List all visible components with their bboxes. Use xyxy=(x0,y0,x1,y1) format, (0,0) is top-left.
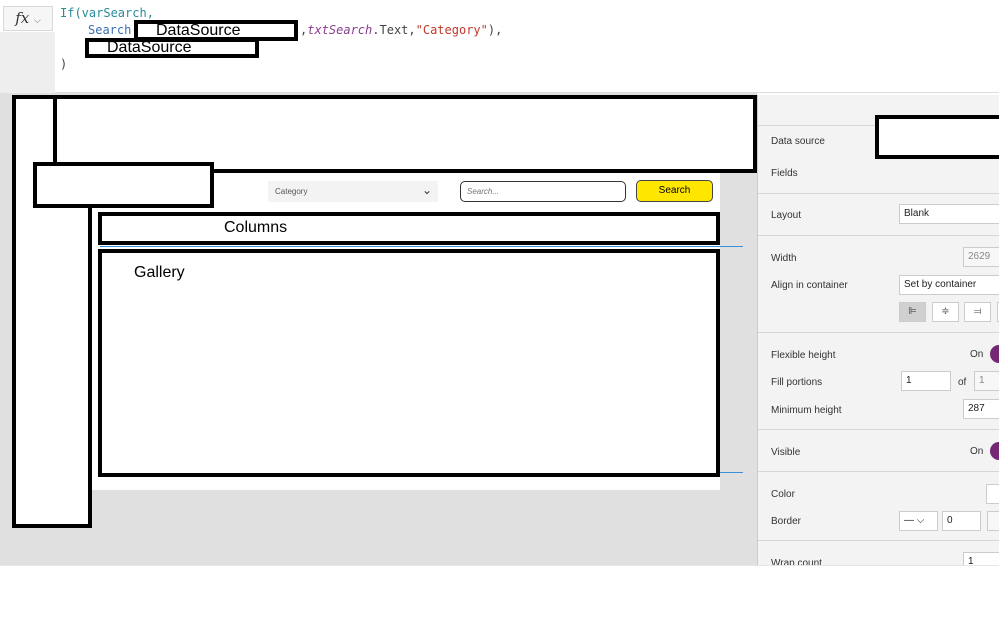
fx-button[interactable]: fx ⌵ xyxy=(3,6,53,31)
align-dropdown[interactable]: Set by container xyxy=(899,275,999,295)
search-button[interactable]: Search xyxy=(636,180,713,202)
fields-label[interactable]: Fields xyxy=(771,168,798,179)
columns-label: Columns xyxy=(224,219,288,236)
txtsearch-ref: txtSearch xyxy=(307,23,373,37)
layout-dropdown[interactable]: Blank xyxy=(899,204,999,224)
align-right-icon[interactable]: ⫤ xyxy=(964,302,991,322)
redaction-box xyxy=(33,162,214,208)
category-string: "Category" xyxy=(415,23,488,37)
fill-portions-label: Fill portions xyxy=(771,377,823,388)
formula-bar: fx ⌵ If(varSearch, Search( ,txtSearch.Te… xyxy=(0,0,999,93)
color-label: Color xyxy=(771,489,795,500)
bottom-area xyxy=(0,565,999,618)
align-center-icon[interactable]: ≑ xyxy=(932,302,959,322)
category-dropdown[interactable]: Category ⌄ xyxy=(268,181,438,202)
fill-portions-input[interactable]: 1 xyxy=(901,371,951,391)
border-label: Border xyxy=(771,516,802,527)
border-style-dropdown[interactable]: — ⌵ xyxy=(899,511,938,531)
text-prop: .Text, xyxy=(372,23,416,37)
selection-guide xyxy=(100,246,743,247)
redaction-box xyxy=(875,115,999,159)
fx-icon: fx xyxy=(15,9,30,27)
flexible-height-label: Flexible height xyxy=(771,350,836,361)
align-label: Align in container xyxy=(771,280,848,291)
border-style-value: — xyxy=(904,515,914,526)
gallery-label: Gallery xyxy=(134,264,185,281)
category-dropdown-value: Category xyxy=(275,187,308,196)
minimum-height-input[interactable]: 287 xyxy=(963,399,999,419)
minimum-height-label: Minimum height xyxy=(771,405,842,416)
gallery-box[interactable]: Gallery xyxy=(98,249,720,477)
fill-of-label: of xyxy=(958,377,967,388)
color-swatch[interactable] xyxy=(986,484,999,504)
align-left-icon[interactable]: ⊫ xyxy=(899,302,926,322)
data-source-label: Data source xyxy=(771,136,825,147)
search-function: Search( xyxy=(88,23,139,37)
width-input[interactable]: 2629 xyxy=(963,247,999,267)
formula-line-2[interactable]: Search( xyxy=(88,22,139,39)
chevron-down-icon: ⌵ xyxy=(33,16,41,26)
chevron-down-icon: ⌵ xyxy=(916,515,925,526)
formula-line-2-args[interactable]: ,txtSearch.Text,"Category"), xyxy=(300,22,502,39)
width-label: Width xyxy=(771,253,797,264)
flexible-height-toggle[interactable] xyxy=(990,345,999,363)
flexible-height-state: On xyxy=(970,349,984,360)
fill-total-input: 1 xyxy=(974,371,999,391)
redaction-box: DataSource xyxy=(85,38,259,58)
visible-state: On xyxy=(970,446,984,457)
chevron-down-icon: ⌄ xyxy=(421,183,432,197)
border-width-input[interactable]: 0 xyxy=(942,511,981,531)
columns-box[interactable]: Columns xyxy=(98,212,720,245)
properties-panel: Data source Fields Layout Blank Width 26… xyxy=(757,95,999,572)
redacted-datasource: DataSource xyxy=(107,39,192,56)
formula-gutter xyxy=(0,32,55,93)
formula-line-4[interactable]: ) xyxy=(60,56,67,73)
visible-label: Visible xyxy=(771,447,801,458)
search-input[interactable]: Search... xyxy=(460,181,626,202)
border-color-swatch[interactable] xyxy=(987,511,999,531)
layout-label: Layout xyxy=(771,210,802,221)
close-paren: ), xyxy=(487,23,503,37)
visible-toggle[interactable] xyxy=(990,442,999,460)
